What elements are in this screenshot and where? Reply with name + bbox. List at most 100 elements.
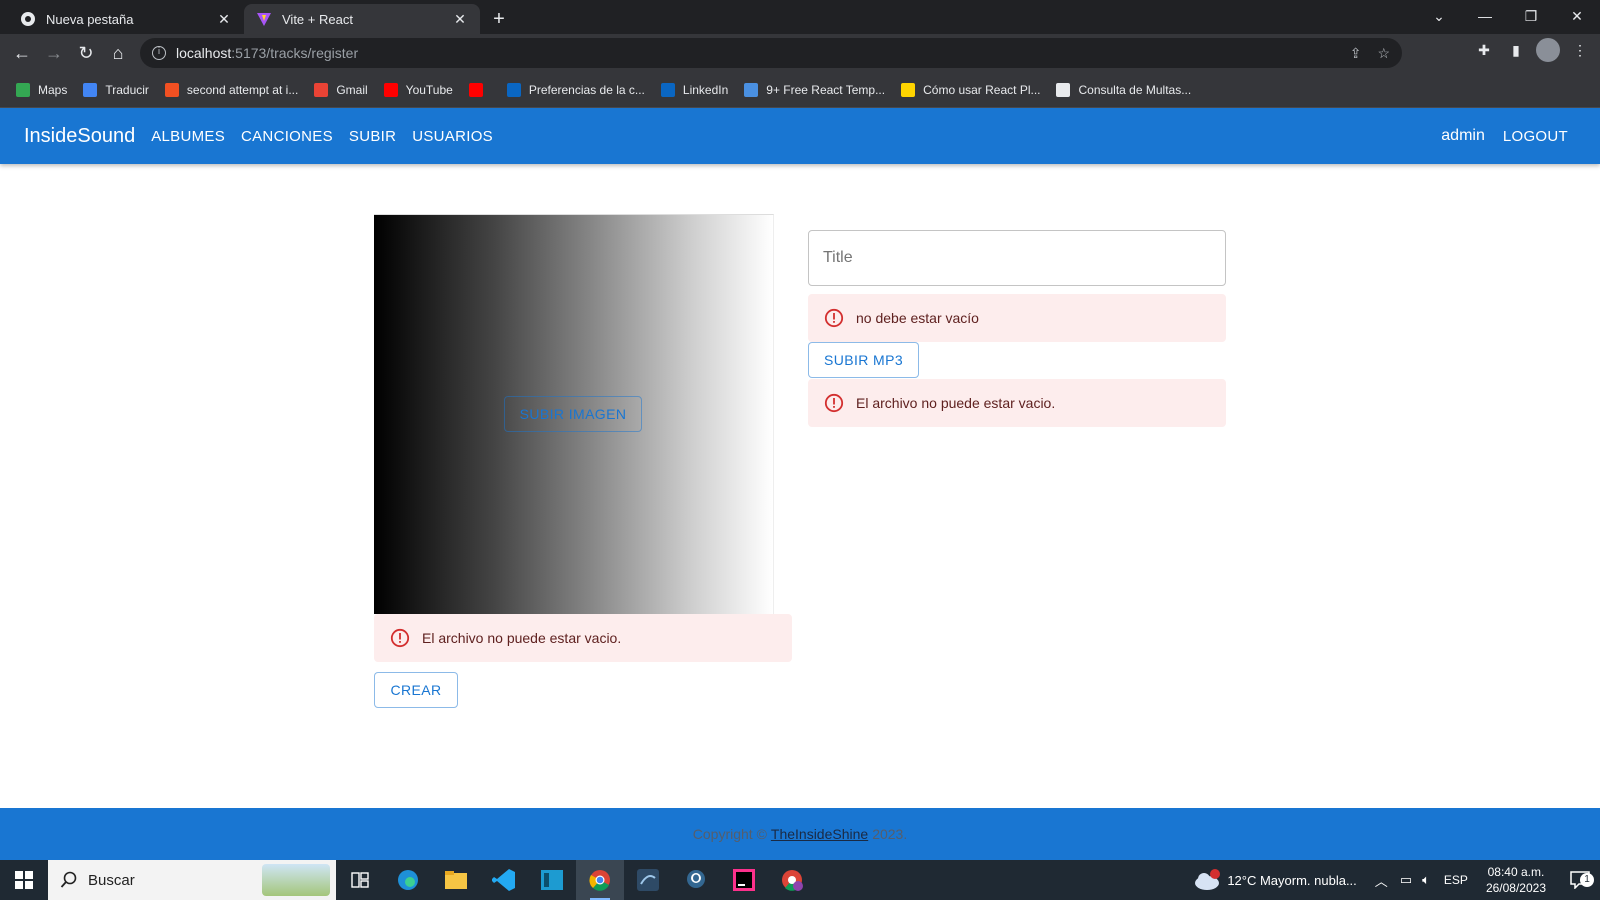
bookmark-item[interactable]: LinkedIn <box>660 82 729 97</box>
title-input[interactable]: Title <box>808 230 1226 286</box>
document-icon <box>1056 82 1071 97</box>
bookmark-item[interactable]: Maps <box>16 82 68 97</box>
tab-search-icon[interactable]: ⌄ <box>1416 0 1462 32</box>
close-tab-icon[interactable]: ✕ <box>216 11 232 27</box>
bookmark-item[interactable] <box>468 82 491 97</box>
minimize-icon[interactable]: — <box>1462 0 1508 32</box>
intellij-icon[interactable] <box>720 860 768 900</box>
template-icon <box>744 82 759 97</box>
title-error-alert: no debe estar vacío <box>808 294 1226 342</box>
search-placeholder: Buscar <box>88 871 135 889</box>
bookmark-label: LinkedIn <box>682 82 729 97</box>
extensions-icon[interactable]: ✚ <box>1472 38 1496 62</box>
youtube-icon <box>383 82 398 97</box>
clock-date: 26/08/2023 <box>1485 881 1546 895</box>
chrome-taskbar-icon[interactable] <box>576 860 624 900</box>
cloud-icon <box>1193 869 1221 891</box>
volume-icon[interactable]: 🔈︎ <box>1422 872 1430 888</box>
nav-subir[interactable]: SUBIR <box>341 122 404 151</box>
tab-vite-react[interactable]: Vite + React ✕ <box>244 4 480 34</box>
upload-image-button[interactable]: SUBIR IMAGEN <box>504 396 642 432</box>
bookmark-item[interactable]: Cómo usar React Pl... <box>901 82 1041 97</box>
task-view-icon[interactable] <box>336 860 384 900</box>
share-icon[interactable]: ⇪ <box>1350 45 1362 62</box>
bookmark-item[interactable]: 9+ Free React Temp... <box>744 82 886 97</box>
microsoft-icon <box>164 82 179 97</box>
bookmark-item[interactable]: Gmail <box>314 82 368 97</box>
tab-nueva-pestana[interactable]: Nueva pestaña ✕ <box>8 4 244 34</box>
image-error-text: El archivo no puede estar vacio. <box>422 630 622 646</box>
back-icon[interactable]: ← <box>6 37 38 69</box>
footer-link[interactable]: TheInsideShine <box>771 826 868 842</box>
create-button[interactable]: CREAR <box>374 672 458 708</box>
menu-icon[interactable]: ⋮ <box>1568 38 1592 62</box>
language-indicator[interactable]: ESP <box>1444 873 1468 887</box>
window-controls: ⌄ — ❐ ✕ <box>1416 0 1600 32</box>
bookmark-star-icon[interactable]: ☆ <box>1377 45 1390 62</box>
site-info-icon[interactable]: i <box>152 46 166 60</box>
browser-tab-bar: Nueva pestaña ✕ Vite + React ✕ + ⌄ — ❐ ✕ <box>0 0 1600 34</box>
address-bar[interactable]: i localhost:5173/tracks/register ⇪ ☆ <box>140 38 1402 68</box>
home-icon[interactable]: ⌂ <box>102 37 134 69</box>
logout-button[interactable]: LOGOUT <box>1495 122 1576 151</box>
bookmark-item[interactable]: second attempt at i... <box>164 82 299 97</box>
bookmark-label: second attempt at i... <box>186 82 299 97</box>
bookmark-item[interactable]: Traducir <box>83 82 149 97</box>
bookmarks-bar: Maps Traducir second attempt at i... Gmail Y… <box>0 72 1600 108</box>
edge-icon[interactable] <box>384 860 432 900</box>
close-window-icon[interactable]: ✕ <box>1554 0 1600 32</box>
windows-taskbar: Buscar 12°C Mayorm. nubla... ︿ ▭ 🔈︎ ESP … <box>0 860 1600 900</box>
bookmark-label: YouTube <box>405 82 453 97</box>
vscode-icon[interactable] <box>480 860 528 900</box>
reload-icon[interactable]: ↻ <box>70 37 102 69</box>
bookmark-label: 9+ Free React Temp... <box>766 82 886 97</box>
bookmark-label: Maps <box>38 82 68 97</box>
nav-albumes[interactable]: ALBUMES <box>143 122 233 151</box>
profile-avatar[interactable] <box>1536 38 1560 62</box>
file-explorer-icon[interactable] <box>432 860 480 900</box>
search-highlight-image <box>262 864 330 896</box>
clock[interactable]: 08:40 a.m. 26/08/2023 <box>1486 864 1546 896</box>
side-panel-icon[interactable]: ▮ <box>1504 38 1528 62</box>
copyright-year: 2023. <box>872 826 908 842</box>
upload-mp3-button[interactable]: SUBIR MP3 <box>808 342 919 378</box>
bookmark-item[interactable]: YouTube <box>383 82 453 97</box>
chrome-profile-icon[interactable] <box>768 860 816 900</box>
bookmark-label: Gmail <box>336 82 368 97</box>
linkedin-icon <box>660 82 675 97</box>
restore-icon[interactable]: ❐ <box>1508 0 1554 32</box>
bookmark-label: Preferencias de la c... <box>528 82 645 97</box>
forward-icon[interactable]: → <box>38 37 70 69</box>
linkedin-icon <box>506 82 521 97</box>
windows-start-icon[interactable] <box>0 860 48 900</box>
taskbar-search[interactable]: Buscar <box>48 860 336 900</box>
chrome-icon <box>20 11 36 27</box>
translate-icon <box>83 82 98 97</box>
system-tray: 12°C Mayorm. nubla... ︿ ▭ 🔈︎ ESP 08:40 a… <box>1193 860 1600 900</box>
new-tab-button[interactable]: + <box>484 4 514 34</box>
bookmark-item[interactable]: Preferencias de la c... <box>506 82 645 97</box>
chevron-up-icon[interactable]: ︿ <box>1375 871 1388 890</box>
weather-text: 12°C Mayorm. nubla... <box>1227 872 1357 888</box>
postgresql-icon[interactable] <box>672 860 720 900</box>
error-icon <box>390 628 410 648</box>
network-icon[interactable]: ▭ <box>1400 872 1412 888</box>
nav-canciones[interactable]: CANCIONES <box>233 122 341 151</box>
app-window-icon[interactable] <box>528 860 576 900</box>
search-icon <box>60 871 78 889</box>
copyright-prefix: Copyright © <box>692 826 767 842</box>
notification-icon[interactable]: 1 <box>1560 871 1600 889</box>
tab-title: Nueva pestaña <box>46 11 134 27</box>
weather-widget[interactable]: 12°C Mayorm. nubla... <box>1193 869 1357 891</box>
vite-icon <box>256 11 272 27</box>
error-icon <box>824 308 844 328</box>
nav-usuarios[interactable]: USUARIOS <box>404 122 501 151</box>
tab-title: Vite + React <box>282 11 353 27</box>
brand-logo[interactable]: InsideSound <box>24 125 135 148</box>
close-tab-icon[interactable]: ✕ <box>452 11 468 27</box>
url-path: :5173/tracks/register <box>231 45 359 61</box>
mp3-error-alert: El archivo no puede estar vacio. <box>808 379 1226 427</box>
bookmark-item[interactable]: Consulta de Multas... <box>1056 82 1191 97</box>
bookmark-label: Cómo usar React Pl... <box>923 82 1041 97</box>
mysql-workbench-icon[interactable] <box>624 860 672 900</box>
